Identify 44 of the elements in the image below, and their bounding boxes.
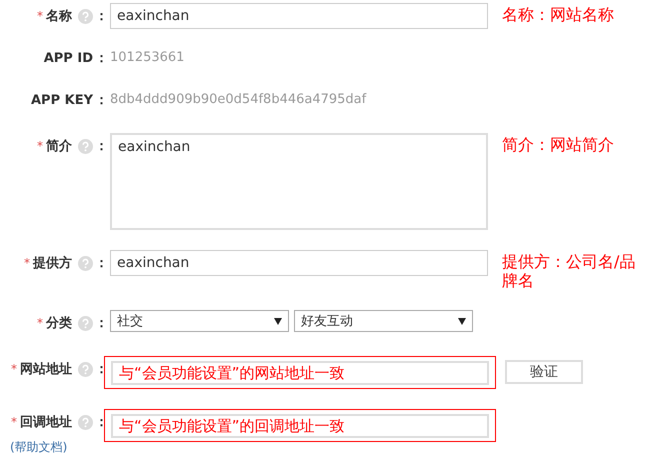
dropdown[interactable]: 好友互动 (294, 310, 473, 332)
help-icon[interactable] (78, 414, 93, 430)
text-area[interactable]: eaxinchan (110, 133, 488, 230)
caret-icon (458, 318, 466, 324)
caret-icon (274, 318, 282, 324)
annotation-note: 名称：网站名称 (502, 5, 615, 24)
field-label: 提供方 (33, 254, 72, 272)
colon: ： (95, 92, 108, 109)
colon: ： (95, 315, 108, 332)
verify-button[interactable]: 验证 (505, 360, 583, 384)
input-field[interactable]: 与“会员功能设置”的网站地址一致 (111, 361, 489, 385)
input-field[interactable]: 与“会员功能设置”的回调地址一致 (111, 414, 489, 438)
help-icon[interactable] (78, 138, 93, 154)
input-field[interactable]: eaxinchan (110, 250, 488, 276)
required-mark: * (11, 362, 17, 376)
field-label: APP ID (44, 50, 93, 66)
annotation-note: 提供方：公司名/品牌名 (502, 252, 636, 290)
help-icon[interactable] (78, 362, 93, 376)
colon: ： (95, 8, 108, 25)
required-mark: * (11, 415, 17, 429)
help-link[interactable]: (帮助文档) (10, 439, 68, 456)
colon: ： (95, 361, 108, 378)
field-label: 分类 (46, 315, 72, 332)
dropdown[interactable]: 社交 (110, 310, 289, 332)
field-label: 名称 (46, 8, 72, 25)
colon: ： (95, 50, 108, 67)
required-mark: * (37, 9, 43, 23)
colon: ： (95, 255, 108, 272)
field-label: 回调地址 (20, 414, 72, 431)
field-value: 8db4ddd909b90e0d54f8b446a4795daf (110, 91, 366, 109)
colon: ： (95, 138, 108, 155)
input-field[interactable]: eaxinchan (110, 3, 488, 29)
field-label: APP KEY (30, 92, 93, 108)
field-label: 简介 (46, 138, 72, 155)
required-mark: * (37, 139, 43, 153)
help-icon[interactable] (78, 8, 93, 24)
help-icon[interactable] (78, 316, 93, 330)
required-mark: * (37, 316, 43, 330)
field-value: 101253661 (110, 49, 184, 67)
annotation-note: 简介：网站简介 (502, 135, 615, 154)
help-icon[interactable] (78, 256, 93, 270)
required-mark: * (24, 256, 30, 270)
field-label: 网站地址 (20, 361, 72, 378)
colon: ： (95, 414, 108, 431)
